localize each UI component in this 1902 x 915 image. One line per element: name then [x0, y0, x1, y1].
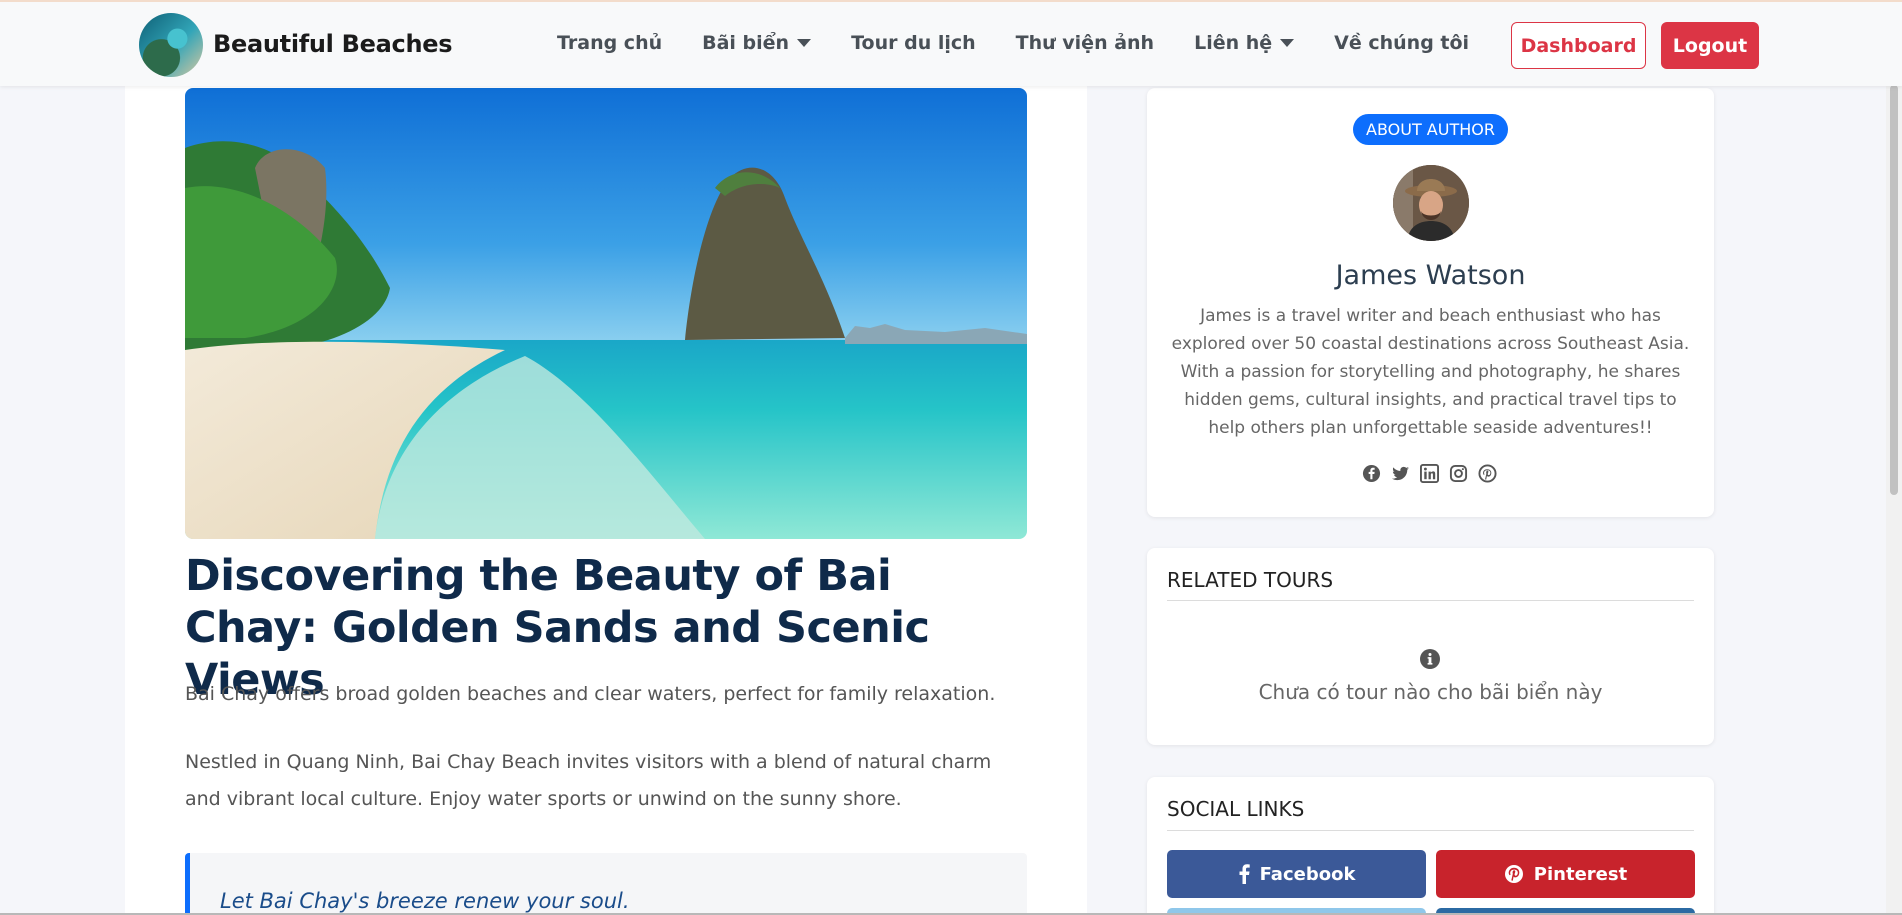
instagram-icon[interactable]: [1449, 464, 1468, 483]
nav-label: Tour du lịch: [851, 32, 976, 54]
facebook-f-icon: [1239, 864, 1250, 884]
nav-item-gallery[interactable]: Thư viện ảnh: [1016, 32, 1154, 54]
pinterest-button-label: Pinterest: [1533, 863, 1628, 885]
nav-label: Trang chủ: [557, 32, 663, 54]
related-tours-card: RELATED TOURS Chưa có tour nào cho bãi b…: [1147, 548, 1714, 745]
facebook-icon[interactable]: [1362, 464, 1381, 483]
facebook-button[interactable]: Facebook: [1167, 850, 1426, 898]
author-social-icons: [1362, 464, 1497, 483]
avatar: [1393, 165, 1469, 241]
logout-button[interactable]: Logout: [1661, 22, 1759, 69]
scrollbar-thumb[interactable]: [1890, 85, 1898, 495]
pinterest-icon: [1504, 865, 1523, 883]
related-tours-heading: RELATED TOURS: [1167, 568, 1334, 592]
caret-down-icon: [1280, 39, 1295, 47]
page-scrollbar[interactable]: [1886, 0, 1902, 915]
nav-item-contact[interactable]: Liên hệ: [1194, 32, 1295, 54]
quote-text: Let Bai Chay's breeze renew your soul.: [220, 889, 630, 913]
author-photo: [1393, 165, 1469, 241]
social-links-heading: SOCIAL LINKS: [1167, 797, 1305, 821]
nav-label: Về chúng tôi: [1334, 32, 1470, 54]
nav-item-home[interactable]: Trang chủ: [557, 32, 662, 54]
hero-image: [185, 88, 1027, 539]
social-links-card: SOCIAL LINKS Facebook Pinterest: [1147, 777, 1714, 915]
facebook-button-label: Facebook: [1259, 863, 1356, 885]
author-bio: James is a travel writer and beach enthu…: [1171, 306, 1690, 438]
main-nav: Trang chủ Bãi biển Tour du lịch Thư viện…: [557, 32, 1509, 54]
divider: [1167, 830, 1694, 831]
nav-item-beaches[interactable]: Bãi biển: [702, 32, 812, 54]
article-lead: Bai Chay offers broad golden beaches and…: [185, 683, 996, 705]
article-body: Nestled in Quang Ninh, Bai Chay Beach in…: [185, 751, 992, 810]
nav-label: Liên hệ: [1194, 32, 1273, 54]
pinterest-button[interactable]: Pinterest: [1436, 850, 1695, 898]
brand-name[interactable]: Beautiful Beaches: [213, 30, 453, 58]
brand-logo[interactable]: [139, 13, 203, 77]
nav-label: Bãi biển: [702, 32, 790, 54]
caret-down-icon: [797, 39, 812, 47]
twitter-icon[interactable]: [1391, 464, 1410, 483]
article-blockquote: Let Bai Chay's breeze renew your soul.: [185, 853, 1027, 915]
about-author-badge: ABOUT AUTHOR: [1353, 114, 1508, 145]
linkedin-icon[interactable]: [1420, 464, 1439, 483]
dashboard-button[interactable]: Dashboard: [1511, 22, 1646, 69]
beach-photo: [185, 88, 1027, 539]
divider: [1167, 600, 1694, 601]
info-circle-icon: [1419, 648, 1441, 670]
top-navbar: Beautiful Beaches Trang chủ Bãi biển Tou…: [0, 0, 1902, 86]
nav-item-about[interactable]: Về chúng tôi: [1334, 32, 1469, 54]
nav-item-tours[interactable]: Tour du lịch: [851, 32, 976, 54]
nav-label: Thư viện ảnh: [1015, 32, 1155, 54]
about-author-card: ABOUT AUTHOR James Watson James is a tra…: [1147, 88, 1714, 517]
pinterest-icon[interactable]: [1478, 464, 1497, 483]
no-tours-message: Chưa có tour nào cho bãi biển này: [1258, 680, 1603, 704]
author-name: James Watson: [1335, 260, 1526, 291]
